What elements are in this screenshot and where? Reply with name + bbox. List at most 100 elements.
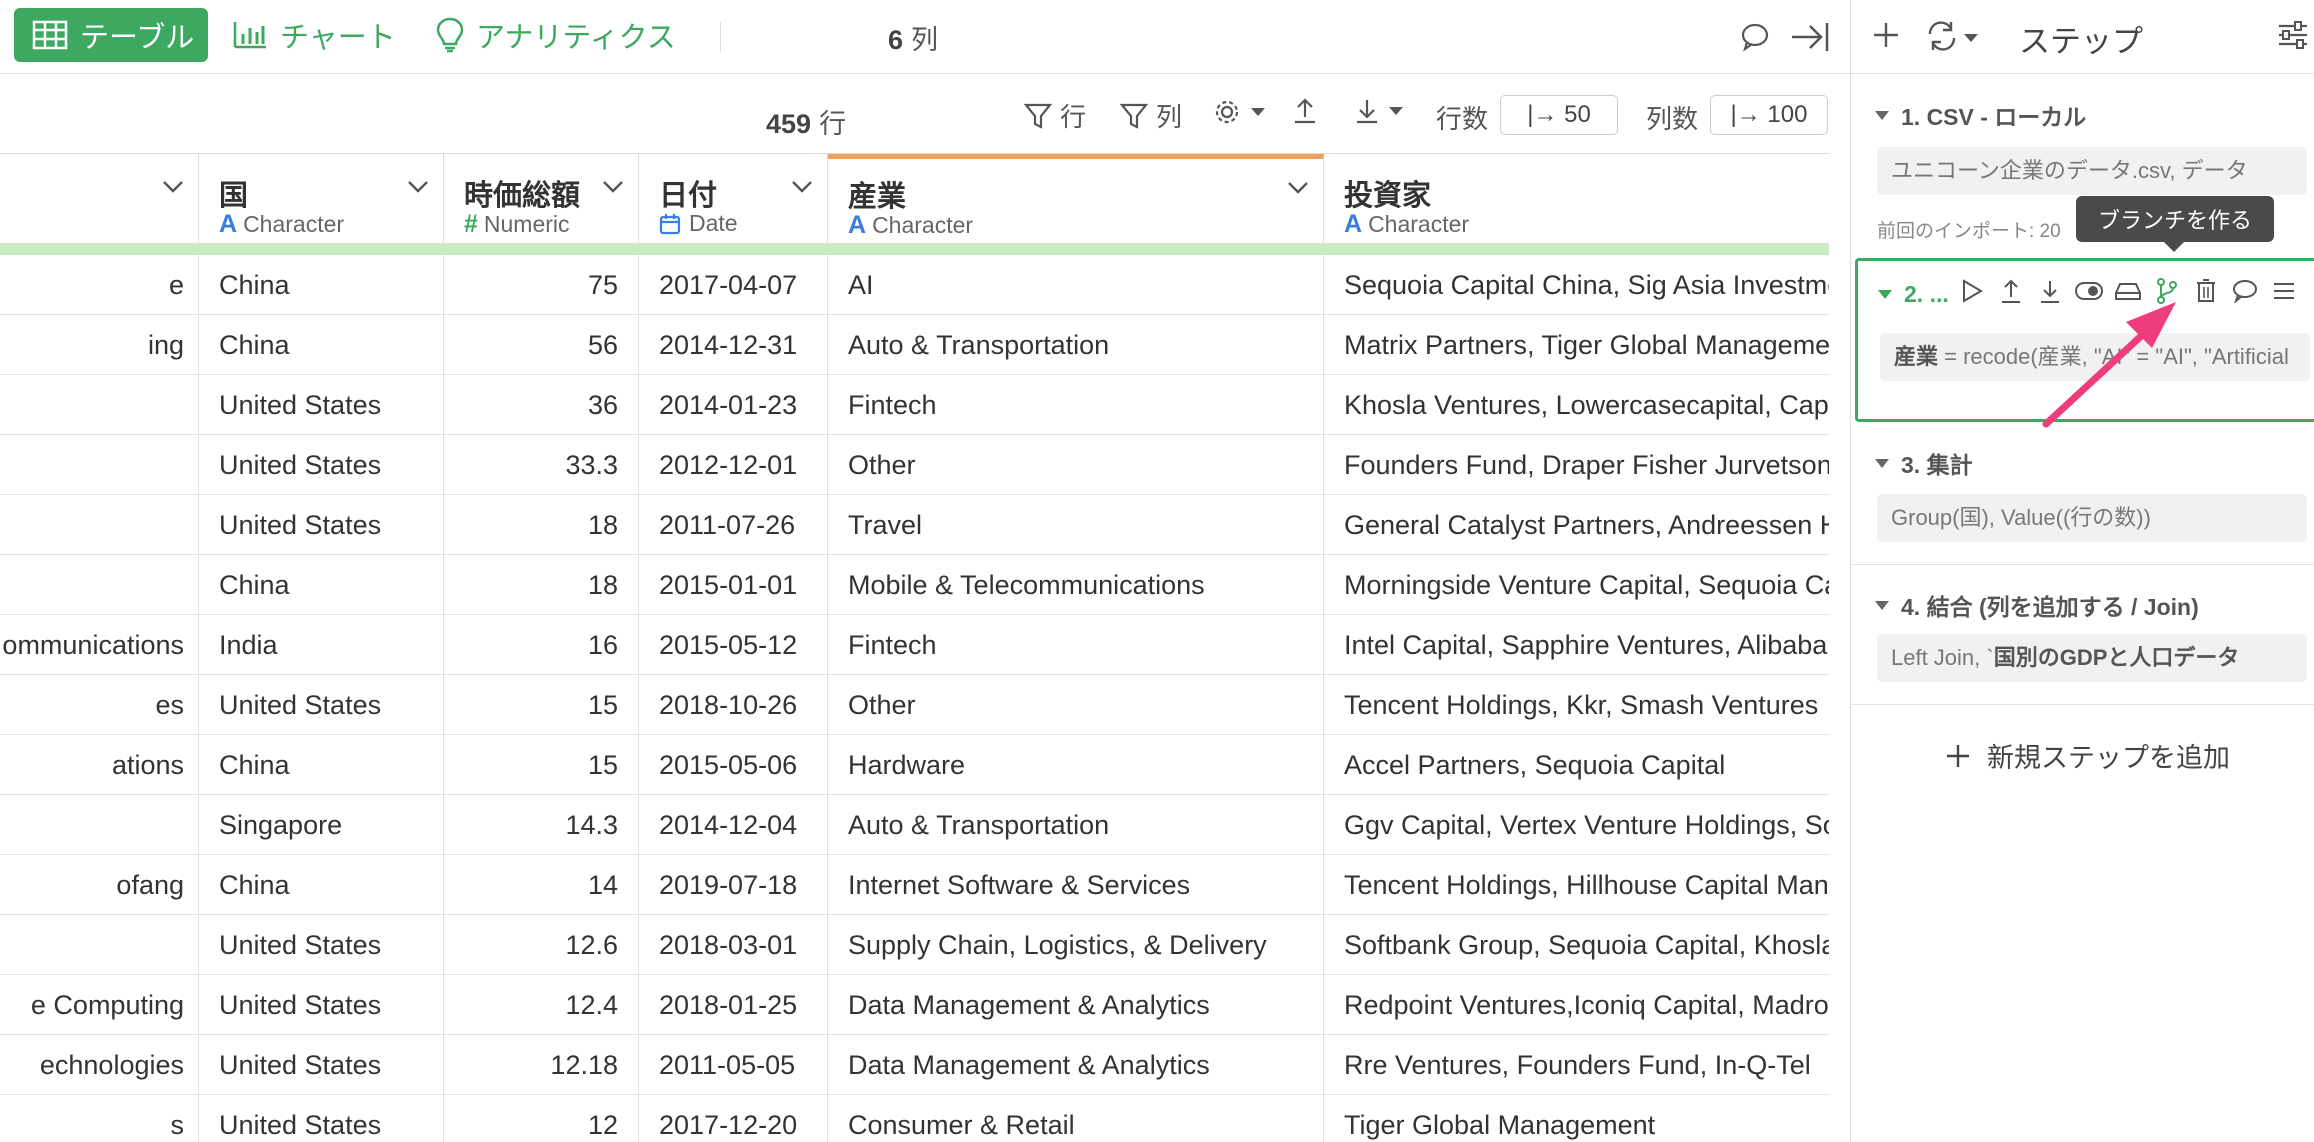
industry-cell[interactable]: Travel — [828, 495, 1324, 555]
table-row[interactable]: echnologies United States 12.18 2011-05-05 D… — [0, 1035, 1829, 1095]
table-row[interactable]: China 18 2015-01-01 Mobile & Telecommunicat… — [0, 555, 1829, 615]
industry-cell[interactable]: Auto & Transportation — [828, 795, 1324, 855]
export-up-button[interactable] — [1292, 97, 1326, 125]
industry-cell[interactable]: Other — [828, 435, 1324, 495]
date-cell[interactable]: 2014-12-04 — [639, 795, 828, 855]
country-cell[interactable]: Singapore — [199, 795, 444, 855]
industry-cell[interactable]: Mobile & Telecommunications — [828, 555, 1324, 615]
column-header-country[interactable]: 国 A Character — [199, 154, 444, 245]
preview-icon[interactable] — [2108, 280, 2147, 302]
rows-limit-input[interactable]: |→ 50 — [1500, 95, 1618, 135]
name-cell[interactable] — [0, 375, 199, 435]
industry-cell[interactable]: Consumer & Retail — [828, 1095, 1324, 1142]
market-cap-cell[interactable]: 14 — [444, 855, 639, 915]
date-cell[interactable]: 2012-12-01 — [639, 435, 828, 495]
industry-cell[interactable]: Fintech — [828, 615, 1324, 675]
date-cell[interactable]: 2011-05-05 — [639, 1035, 828, 1095]
industry-cell[interactable]: Other — [828, 675, 1324, 735]
table-row[interactable]: ing China 56 2014-12-31 Auto & Transportatio… — [0, 315, 1829, 375]
industry-cell[interactable]: Internet Software & Services — [828, 855, 1324, 915]
country-cell[interactable]: China — [199, 855, 444, 915]
menu-icon[interactable] — [2264, 280, 2303, 302]
date-cell[interactable]: 2017-04-07 — [639, 255, 828, 315]
country-cell[interactable]: United States — [199, 915, 444, 975]
chevron-down-icon[interactable] — [407, 180, 429, 194]
table-row[interactable]: e China 75 2017-04-07 AI Sequoia Capital Chin… — [0, 255, 1829, 315]
name-cell[interactable]: echnologies — [0, 1035, 199, 1095]
date-cell[interactable]: 2015-05-12 — [639, 615, 828, 675]
move-down-icon[interactable] — [2030, 278, 2069, 304]
investors-cell[interactable]: Rre Ventures, Founders Fund, In-Q-Tel — [1324, 1035, 1829, 1095]
country-cell[interactable]: China — [199, 315, 444, 375]
investors-cell[interactable]: Intel Capital, Sapphire Ventures, Alibab… — [1324, 615, 1829, 675]
market-cap-cell[interactable]: 15 — [444, 735, 639, 795]
industry-cell[interactable]: AI — [828, 255, 1324, 315]
industry-cell[interactable]: Auto & Transportation — [828, 315, 1324, 375]
chevron-down-icon[interactable] — [162, 180, 184, 194]
name-cell[interactable]: ations — [0, 735, 199, 795]
download-button[interactable] — [1354, 97, 1412, 125]
date-cell[interactable]: 2018-10-26 — [639, 675, 828, 735]
step-2-body[interactable]: 産業 = recode(産業, "AI" = "AI", "Artificial — [1880, 333, 2310, 381]
date-cell[interactable]: 2015-05-06 — [639, 735, 828, 795]
name-cell[interactable]: e Computing — [0, 975, 199, 1035]
step-1-title[interactable]: 1. CSV - ローカル — [1875, 98, 2086, 132]
name-cell[interactable] — [0, 555, 199, 615]
date-cell[interactable]: 2014-12-31 — [639, 315, 828, 375]
date-cell[interactable]: 2015-01-01 — [639, 555, 828, 615]
column-header-name[interactable]: r — [0, 154, 199, 245]
table-row[interactable]: United States 33.3 2012-12-01 Other Founders… — [0, 435, 1829, 495]
collapse-panel-icon[interactable] — [1790, 20, 1830, 54]
name-cell[interactable]: ommunications — [0, 615, 199, 675]
investors-cell[interactable]: Softbank Group, Sequoia Capital, Khosla … — [1324, 915, 1829, 975]
country-cell[interactable]: China — [199, 735, 444, 795]
date-cell[interactable]: 2017-12-20 — [639, 1095, 828, 1142]
investors-cell[interactable]: Morningside Venture Capital, Sequoia Cap… — [1324, 555, 1829, 615]
name-cell[interactable]: s — [0, 1095, 199, 1142]
investors-cell[interactable]: Ggv Capital, Vertex Venture Holdings, So… — [1324, 795, 1829, 855]
branch-icon[interactable] — [2147, 277, 2186, 305]
market-cap-cell[interactable]: 36 — [444, 375, 639, 435]
settings-sliders-icon[interactable] — [2277, 20, 2309, 50]
industry-cell[interactable]: Data Management & Analytics — [828, 1035, 1324, 1095]
market-cap-cell[interactable]: 12.6 — [444, 915, 639, 975]
step-3-body[interactable]: Group(国), Value((行の数)) — [1877, 494, 2307, 542]
filter-rows-button[interactable]: 行 — [1024, 97, 1086, 134]
comment-icon[interactable] — [2225, 279, 2264, 303]
country-cell[interactable]: China — [199, 555, 444, 615]
date-cell[interactable]: 2014-01-23 — [639, 375, 828, 435]
table-row[interactable]: ofang China 14 2019-07-18 Internet Software … — [0, 855, 1829, 915]
name-cell[interactable]: e — [0, 255, 199, 315]
industry-cell[interactable]: Supply Chain, Logistics, & Delivery — [828, 915, 1324, 975]
name-cell[interactable]: es — [0, 675, 199, 735]
name-cell[interactable]: ofang — [0, 855, 199, 915]
tab-analytics[interactable]: アナリティクス — [436, 8, 676, 62]
market-cap-cell[interactable]: 33.3 — [444, 435, 639, 495]
market-cap-cell[interactable]: 15 — [444, 675, 639, 735]
step-4-title[interactable]: 4. 結合 (列を追加する / Join) — [1875, 588, 2199, 622]
market-cap-cell[interactable]: 56 — [444, 315, 639, 375]
caret-down-icon[interactable] — [1963, 32, 1979, 44]
market-cap-cell[interactable]: 16 — [444, 615, 639, 675]
country-cell[interactable]: China — [199, 255, 444, 315]
settings-button[interactable] — [1212, 97, 1274, 127]
table-row[interactable]: United States 18 2011-07-26 Travel General C… — [0, 495, 1829, 555]
refresh-icon[interactable] — [1925, 20, 1959, 52]
table-row[interactable]: e Computing United States 12.4 2018-01-25 Da… — [0, 975, 1829, 1035]
table-row[interactable]: United States 12.6 2018-03-01 Supply Chain,… — [0, 915, 1829, 975]
table-row[interactable]: ations China 15 2015-05-06 Hardware Accel Par… — [0, 735, 1829, 795]
date-cell[interactable]: 2018-03-01 — [639, 915, 828, 975]
investors-cell[interactable]: Tencent Holdings, Kkr, Smash Ventures — [1324, 675, 1829, 735]
investors-cell[interactable]: Founders Fund, Draper Fisher Jurvetson — [1324, 435, 1829, 495]
tab-table[interactable]: テーブル — [14, 8, 208, 62]
table-row[interactable]: s United States 12 2017-12-20 Consumer & Ret… — [0, 1095, 1829, 1142]
filter-cols-button[interactable]: 列 — [1120, 97, 1182, 134]
table-row[interactable]: United States 36 2014-01-23 Fintech Khosla V… — [0, 375, 1829, 435]
step-3-title[interactable]: 3. 集計 — [1875, 446, 1973, 480]
industry-cell[interactable]: Data Management & Analytics — [828, 975, 1324, 1035]
table-row[interactable]: es United States 15 2018-10-26 Other Tencent … — [0, 675, 1829, 735]
name-cell[interactable] — [0, 795, 199, 855]
investors-cell[interactable]: Matrix Partners, Tiger Global Management — [1324, 315, 1829, 375]
market-cap-cell[interactable]: 12.4 — [444, 975, 639, 1035]
market-cap-cell[interactable]: 12.18 — [444, 1035, 639, 1095]
